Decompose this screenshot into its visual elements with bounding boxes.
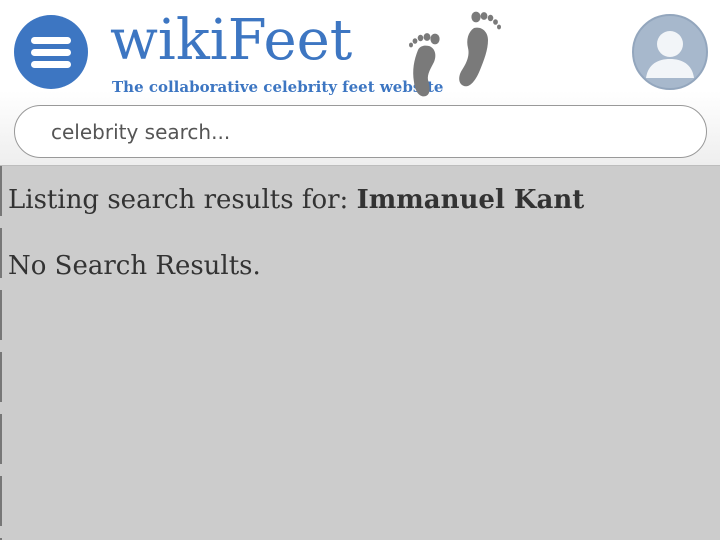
user-avatar-button[interactable] [632,14,708,90]
no-results-message: No Search Results. [8,251,261,281]
hamburger-menu-icon-bar [31,49,71,56]
hamburger-menu-button[interactable] [14,15,88,89]
site-logo-title[interactable]: wikiFeet [110,4,352,78]
search-results-section: Listing search results for: Immanuel Kan… [8,180,708,286]
site-header: wikiFeet The collaborative celebrity fee… [0,0,720,166]
hamburger-menu-icon [31,37,71,44]
footprints-icon [409,11,501,97]
left-edge-divider [0,166,2,540]
search-results-prefix: Listing search results for: [8,185,357,215]
user-avatar-icon [646,31,694,78]
celebrity-search-box[interactable] [14,105,707,158]
search-results-heading: Listing search results for: Immanuel Kan… [8,180,708,220]
site-logo-tagline: The collaborative celebrity feet website [112,78,444,96]
hamburger-menu-icon-bar [31,61,71,68]
search-query-text: Immanuel Kant [356,185,585,215]
celebrity-search-input[interactable] [51,106,681,157]
